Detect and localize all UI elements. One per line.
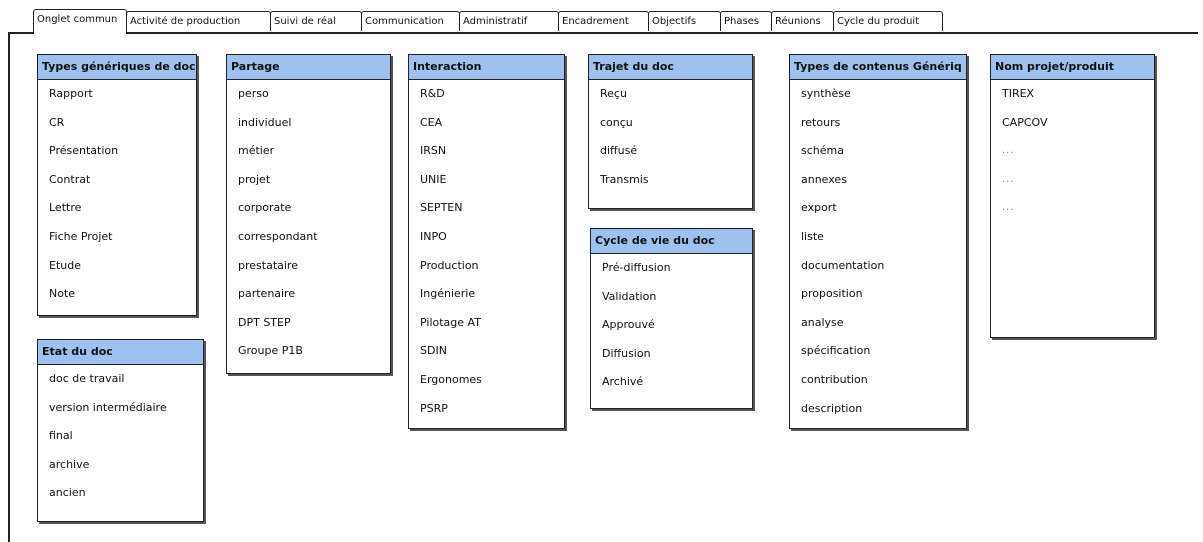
list-item[interactable]: synthèse [790, 80, 966, 109]
list-item[interactable]: Pilotage AT [409, 309, 564, 338]
list-item[interactable]: Archivé [591, 368, 752, 397]
list-types-de-contenus: Types de contenus Génériq synthèse retou… [789, 54, 967, 429]
list-item[interactable]: contribution [790, 366, 966, 395]
list-item[interactable]: ancien [38, 479, 203, 508]
list-header: Nom projet/produit [991, 55, 1154, 80]
list-item[interactable]: individuel [227, 109, 390, 138]
list-item[interactable]: Groupe P1B [227, 337, 390, 366]
list-item[interactable]: doc de travail [38, 365, 203, 394]
list-item[interactable]: annexes [790, 166, 966, 195]
list-partage: Partage perso individuel métier projet c… [226, 54, 391, 374]
tab-administratif[interactable]: Administratif [459, 11, 559, 31]
list-item[interactable]: Rapport [38, 80, 196, 109]
list-item[interactable]: archive [38, 451, 203, 480]
list-item[interactable]: PSRP [409, 395, 564, 424]
list-item[interactable]: partenaire [227, 280, 390, 309]
list-header: Types de contenus Génériq [790, 55, 966, 80]
tab-suivi-de-real[interactable]: Suivi de réal [270, 11, 362, 31]
list-item[interactable]: export [790, 194, 966, 223]
list-item[interactable]: Fiche Projet [38, 223, 196, 252]
list-item[interactable]: Transmis [589, 166, 752, 195]
list-item[interactable]: Contrat [38, 166, 196, 195]
list-nom-projet-produit: Nom projet/produit TIREX CAPCOV ... ... … [990, 54, 1155, 338]
list-etat-du-doc: Etat du doc doc de travail version inter… [37, 339, 204, 522]
tab-phases[interactable]: Phases [720, 11, 772, 31]
tab-objectifs[interactable]: Objectifs [648, 11, 721, 31]
list-header: Cycle de vie du doc [591, 229, 752, 254]
list-header: Etat du doc [38, 340, 203, 365]
list-item[interactable]: ... [991, 166, 1154, 195]
list-item[interactable]: spécification [790, 337, 966, 366]
list-item[interactable]: CAPCOV [991, 109, 1154, 138]
list-item[interactable]: Reçu [589, 80, 752, 109]
list-item[interactable]: R&D [409, 80, 564, 109]
list-interaction: Interaction R&D CEA IRSN UNIE SEPTEN INP… [408, 54, 565, 429]
list-item[interactable]: retours [790, 109, 966, 138]
list-item[interactable]: CR [38, 109, 196, 138]
list-item[interactable]: IRSN [409, 137, 564, 166]
list-item[interactable]: Etude [38, 252, 196, 281]
list-item[interactable]: Présentation [38, 137, 196, 166]
list-item[interactable]: schéma [790, 137, 966, 166]
list-types-generiques: Types génériques de doc Rapport CR Prése… [37, 54, 197, 316]
list-item[interactable]: proposition [790, 280, 966, 309]
list-item[interactable]: Approuvé [591, 311, 752, 340]
list-item[interactable]: Ingénierie [409, 280, 564, 309]
list-item[interactable]: DPT STEP [227, 309, 390, 338]
list-item[interactable]: projet [227, 166, 390, 195]
list-item[interactable]: liste [790, 223, 966, 252]
list-header: Partage [227, 55, 390, 80]
list-item[interactable]: analyse [790, 309, 966, 338]
list-item[interactable]: métier [227, 137, 390, 166]
list-item[interactable]: UNIE [409, 166, 564, 195]
list-item[interactable]: documentation [790, 252, 966, 281]
list-item[interactable]: CEA [409, 109, 564, 138]
list-header: Trajet du doc [589, 55, 752, 80]
list-item[interactable]: version intermédiaire [38, 394, 203, 423]
list-item[interactable]: corporate [227, 194, 390, 223]
list-item[interactable]: description [790, 395, 966, 424]
list-item[interactable]: ... [991, 194, 1154, 223]
list-item[interactable]: conçu [589, 109, 752, 138]
list-item[interactable]: Ergonomes [409, 366, 564, 395]
list-item[interactable]: correspondant [227, 223, 390, 252]
list-item[interactable]: SDIN [409, 337, 564, 366]
list-item[interactable]: SEPTEN [409, 194, 564, 223]
list-header: Interaction [409, 55, 564, 80]
tab-encadrement[interactable]: Encadrement [558, 11, 649, 31]
list-item[interactable]: diffusé [589, 137, 752, 166]
list-item[interactable]: prestataire [227, 252, 390, 281]
list-header: Types génériques de doc [38, 55, 196, 80]
tab-communication[interactable]: Communication [361, 11, 460, 31]
list-cycle-de-vie-du-doc: Cycle de vie du doc Pré-diffusion Valida… [590, 228, 753, 409]
list-item[interactable]: TIREX [991, 80, 1154, 109]
tab-onglet-commun[interactable]: Onglet commun [33, 9, 127, 34]
list-item[interactable]: Pré-diffusion [591, 254, 752, 283]
tab-bar: Onglet commun Activité de production Sui… [33, 9, 1193, 34]
tab-reunions[interactable]: Réunions [771, 11, 834, 31]
list-item[interactable]: final [38, 422, 203, 451]
list-item[interactable]: Production [409, 252, 564, 281]
list-item[interactable]: Lettre [38, 194, 196, 223]
tab-activite-de-production[interactable]: Activité de production [126, 11, 271, 31]
list-item[interactable]: Diffusion [591, 340, 752, 369]
list-item[interactable]: perso [227, 80, 390, 109]
list-item[interactable]: Note [38, 280, 196, 309]
list-trajet-du-doc: Trajet du doc Reçu conçu diffusé Transmi… [588, 54, 753, 209]
list-item[interactable]: ... [991, 137, 1154, 166]
list-item[interactable]: Validation [591, 283, 752, 312]
tab-cycle-du-produit[interactable]: Cycle du produit [833, 11, 943, 31]
list-item[interactable]: INPO [409, 223, 564, 252]
